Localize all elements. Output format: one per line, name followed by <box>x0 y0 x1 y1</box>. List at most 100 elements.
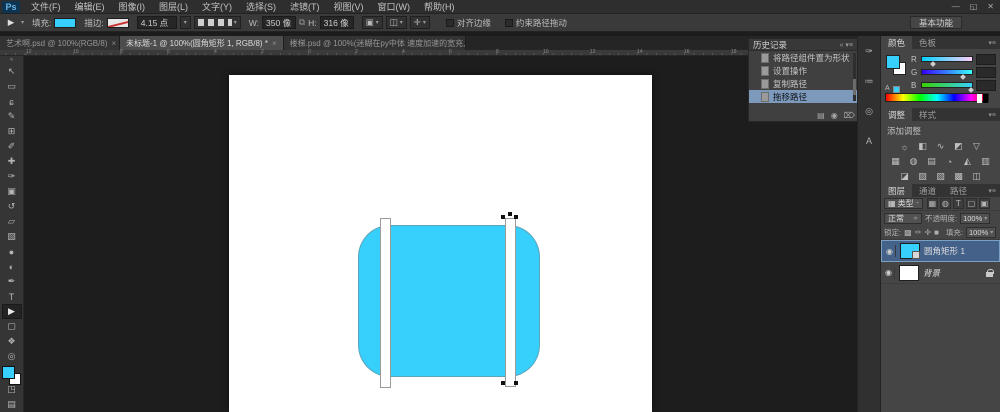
menu-item[interactable]: 编辑(E) <box>68 0 112 14</box>
filter-smart-objects-icon[interactable]: ▣ <box>979 198 990 209</box>
tool-preset-caret-icon[interactable]: ▾ <box>21 19 24 26</box>
stroke-width-caret[interactable]: ▾ <box>180 16 191 29</box>
doc-tab-2[interactable]: 未标题-1 @ 100%(圆角矩形 1, RGB/8) * × <box>120 36 284 50</box>
path-operations-button[interactable]: ▣▾ <box>362 16 383 29</box>
history-panel-menu-icon[interactable]: « ▾≡ <box>840 41 853 49</box>
visibility-eye-icon[interactable]: ◉ <box>884 245 896 257</box>
layer-row-background[interactable]: ◉ 背景 <box>881 262 1000 284</box>
shape-width-field[interactable]: 350 像 <box>262 16 296 29</box>
restore-button[interactable]: ◱ <box>970 2 978 11</box>
filter-pixel-layers-icon[interactable]: ▦ <box>927 198 938 209</box>
menu-item[interactable]: 文字(Y) <box>195 0 239 14</box>
adjustment-icon[interactable]: ◍ <box>907 155 921 168</box>
adjustment-icon[interactable]: ◪ <box>898 170 912 183</box>
adjustment-icon[interactable]: ▽ <box>970 140 984 153</box>
pen-tool[interactable]: ✒ <box>2 274 22 289</box>
new-document-from-state-button[interactable]: ▤ <box>817 111 825 120</box>
character-panel-icon[interactable]: A <box>861 134 877 148</box>
menu-item[interactable]: 滤镜(T) <box>283 0 327 14</box>
foreground-background-swatches[interactable] <box>2 366 22 382</box>
tab-layers[interactable]: 图层 <box>881 184 912 197</box>
current-tool-icon[interactable]: ▶ <box>4 17 18 29</box>
menu-item[interactable]: 视图(V) <box>327 0 371 14</box>
filter-shape-layers-icon[interactable]: ▢ <box>966 198 977 209</box>
foreground-color-swatch[interactable] <box>886 55 900 69</box>
layer-row-rounded-rect[interactable]: ◉ 圆角矩形 1 <box>881 240 1000 262</box>
foreground-color-swatch[interactable] <box>2 366 15 379</box>
adjustment-icon[interactable]: ▥ <box>979 155 993 168</box>
tab-adjustments[interactable]: 调整 <box>881 108 912 121</box>
tab-paths[interactable]: 路径 <box>943 184 974 197</box>
opacity-field[interactable]: 100%▾ <box>960 213 990 224</box>
move-tool[interactable]: ↖ <box>2 64 22 79</box>
clone-stamp-tool[interactable]: ▣ <box>2 184 22 199</box>
doc-tab-1[interactable]: 艺术啊.psd @ 100%(RGB/8) × <box>0 36 120 50</box>
delete-state-button[interactable]: ⌦ <box>844 111 855 120</box>
history-scrollbar[interactable] <box>853 53 856 101</box>
adjustment-icon[interactable]: ◩ <box>952 140 966 153</box>
adjustment-icon[interactable]: ▦ <box>889 155 903 168</box>
tab-swatches[interactable]: 色板 <box>912 36 943 49</box>
anchor-point[interactable] <box>514 381 518 385</box>
healing-brush-tool[interactable]: ✚ <box>2 154 22 169</box>
adjustment-icon[interactable]: ◔ <box>943 155 957 168</box>
hand-tool[interactable]: ❖ <box>2 334 22 349</box>
tab-styles[interactable]: 样式 <box>912 108 943 121</box>
eraser-tool[interactable]: ▱ <box>2 214 22 229</box>
shape-height-field[interactable]: 316 像 <box>320 16 354 29</box>
menu-item[interactable]: 帮助(H) <box>417 0 462 14</box>
eyedropper-tool[interactable]: ✐ <box>2 139 22 154</box>
doc-tab-3[interactable]: 楼梯.psd @ 100%(迷糊在py中体 速度加速的宽充, 风图层 7, RG… <box>284 36 466 50</box>
layers-panel-menu-icon[interactable]: ▾≡ <box>988 184 1000 197</box>
adjustment-icon[interactable]: ▩ <box>952 170 966 183</box>
adjustment-icon[interactable]: ☼ <box>898 140 912 153</box>
tab-color[interactable]: 颜色 <box>881 36 912 49</box>
minimize-button[interactable]: — <box>952 2 960 11</box>
dodge-tool[interactable]: ◐ <box>2 259 22 274</box>
color-spectrum-bar[interactable] <box>885 93 989 102</box>
marquee-tool[interactable]: ▭ <box>2 79 22 94</box>
stroke-color-swatch[interactable] <box>107 18 129 28</box>
adjustment-icon[interactable]: ◧ <box>916 140 930 153</box>
adjustment-icon[interactable]: ◫ <box>970 170 984 183</box>
red-slider[interactable] <box>921 56 973 62</box>
lasso-tool[interactable]: ɕ <box>2 94 22 109</box>
history-state[interactable]: 拖移路径 <box>749 90 857 103</box>
adjustments-panel-menu-icon[interactable]: ▾≡ <box>988 108 1000 121</box>
lock-all-icon[interactable]: ■ <box>934 228 939 237</box>
constrain-path-checkbox[interactable] <box>505 19 513 27</box>
lock-transparency-icon[interactable]: ▩ <box>904 228 912 237</box>
menu-item[interactable]: 图层(L) <box>152 0 195 14</box>
right-path-strip[interactable] <box>505 218 516 387</box>
quick-selection-tool[interactable]: ✎ <box>2 109 22 124</box>
menu-item[interactable]: 文件(F) <box>24 0 68 14</box>
document-canvas[interactable] <box>229 75 652 412</box>
stroke-width-field[interactable]: 4.15 点 <box>137 16 177 29</box>
rectangle-tool[interactable]: ▢ <box>2 319 22 334</box>
visibility-eye-icon[interactable]: ◉ <box>883 267 895 279</box>
brush-panel-icon[interactable]: ✑ <box>861 44 877 58</box>
stroke-type-select[interactable]: ▾ <box>194 16 241 29</box>
adjustment-icon[interactable]: ▨ <box>916 170 930 183</box>
gradient-tool[interactable]: ▧ <box>2 229 22 244</box>
layer-fill-field[interactable]: 100%▾ <box>966 227 996 238</box>
type-tool[interactable]: T <box>2 289 22 304</box>
layer-thumbnail[interactable] <box>899 265 919 281</box>
history-brush-tool[interactable]: ↺ <box>2 199 22 214</box>
blur-tool[interactable]: ● <box>2 244 22 259</box>
left-path-strip[interactable] <box>380 218 391 388</box>
adjustment-icon[interactable]: ▧ <box>934 170 948 183</box>
history-state[interactable]: 将路径组件置为形状 <box>749 51 857 64</box>
path-selection-tool[interactable]: ▶ <box>2 304 22 319</box>
brush-tool[interactable]: ✑ <box>2 169 22 184</box>
lock-pixels-icon[interactable]: ✑ <box>915 228 922 237</box>
close-button[interactable]: ✕ <box>987 2 994 11</box>
link-dimensions-icon[interactable]: ⧉ <box>299 17 305 28</box>
tab-close-icon[interactable]: × <box>272 39 277 48</box>
menu-item[interactable]: 窗口(W) <box>371 0 418 14</box>
info-panel-icon[interactable]: ◎ <box>861 104 877 118</box>
blue-value-field[interactable] <box>976 80 996 91</box>
path-alignment-button[interactable]: ◫▾ <box>386 16 407 29</box>
layer-thumbnail[interactable] <box>900 243 920 259</box>
tab-channels[interactable]: 通道 <box>912 184 943 197</box>
